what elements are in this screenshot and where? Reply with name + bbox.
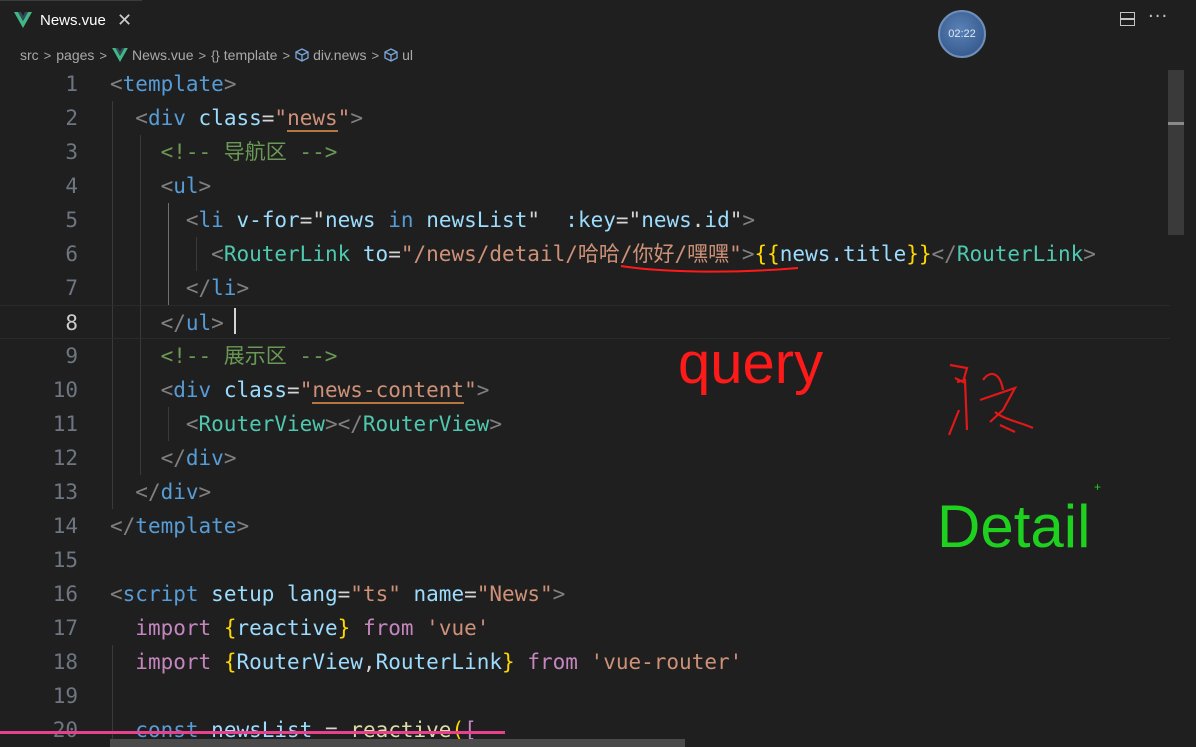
code-line: 3 <!-- 导航区 --> xyxy=(0,135,1170,169)
chevron-right-icon: > xyxy=(198,47,207,63)
tab-label: News.vue xyxy=(40,12,106,29)
breadcrumb-file[interactable]: News.vue xyxy=(112,47,193,63)
line-number: 4 xyxy=(65,174,78,198)
line-number: 6 xyxy=(65,242,78,266)
vertical-scrollbar-thumb[interactable] xyxy=(1168,70,1184,235)
code-line: 7 </li> xyxy=(0,271,1170,305)
line-number: 11 xyxy=(52,412,78,436)
line-number: 20 xyxy=(52,718,78,742)
code-line: 17 import {reactive} from 'vue' xyxy=(0,611,1170,645)
line-number: 8 xyxy=(65,311,78,335)
line-number: 7 xyxy=(65,276,78,300)
line-number: 17 xyxy=(52,616,78,640)
tab-news-vue[interactable]: News.vue ✕ xyxy=(0,0,142,42)
vue-logo-icon xyxy=(14,12,32,32)
chevron-right-icon: > xyxy=(371,47,380,63)
code-line: 16 <script setup lang="ts" name="News"> xyxy=(0,577,1170,611)
comment-nav: <!-- 导航区 --> xyxy=(160,140,338,164)
scrollbar-cursor-marker xyxy=(1168,122,1184,125)
horizontal-scrollbar-thumb[interactable] xyxy=(110,739,685,747)
annotation-query: query xyxy=(678,331,824,396)
breadcrumb-pages[interactable]: pages xyxy=(56,47,94,63)
chevron-right-icon: > xyxy=(282,47,291,63)
line-number: 14 xyxy=(52,514,78,538)
code-line: 2 <div class="news"> xyxy=(0,101,1170,135)
annotation-plus: + xyxy=(1094,480,1102,494)
cube-icon xyxy=(384,48,398,62)
line-number: 19 xyxy=(52,684,78,708)
timer-label: 02:22 xyxy=(948,28,976,40)
line-number: 5 xyxy=(65,208,78,232)
code-line: 19 xyxy=(0,679,1170,713)
code-line: 4 <ul> xyxy=(0,169,1170,203)
line-number: 12 xyxy=(52,446,78,470)
line-number: 18 xyxy=(52,650,78,674)
code-line: 18 import {RouterView,RouterLink} from '… xyxy=(0,645,1170,679)
chevron-right-icon: > xyxy=(43,47,52,63)
handwritten-scribble xyxy=(947,363,1034,436)
line-number: 3 xyxy=(65,140,78,164)
line-number: 1 xyxy=(65,72,78,96)
vue-logo-icon xyxy=(112,48,128,62)
code-line: 5 <li v-for="news in newsList" :key="new… xyxy=(0,203,1170,237)
breadcrumb-template[interactable]: {} template xyxy=(211,47,277,63)
line-number: 15 xyxy=(52,548,78,572)
close-icon[interactable]: ✕ xyxy=(117,10,132,31)
more-actions-icon[interactable]: ··· xyxy=(1148,6,1168,27)
chevron-right-icon: > xyxy=(99,47,108,63)
braces-icon: {} xyxy=(211,47,220,63)
comment-display: <!-- 展示区 --> xyxy=(160,344,338,368)
video-progress-bar xyxy=(0,731,505,734)
text-cursor xyxy=(234,308,236,334)
red-underline-annotation xyxy=(620,265,799,273)
line-number: 13 xyxy=(52,480,78,504)
split-editor-icon[interactable] xyxy=(1120,12,1135,26)
breadcrumb-ul[interactable]: ul xyxy=(384,47,413,63)
line-number: 9 xyxy=(65,344,78,368)
line-number: 16 xyxy=(52,582,78,606)
tab-bar: News.vue ✕ 02:22 ··· xyxy=(0,0,1196,58)
breadcrumb-div-news[interactable]: div.news xyxy=(295,47,367,63)
breadcrumb: src > pages > News.vue > {} template > d… xyxy=(20,44,413,66)
code-line: 12 </div> xyxy=(0,441,1170,475)
component-name: News xyxy=(489,582,540,606)
code-line: 1 <template> xyxy=(0,67,1170,101)
recording-timer: 02:22 xyxy=(938,10,986,58)
line-number: 2 xyxy=(65,106,78,130)
breadcrumb-src[interactable]: src xyxy=(20,47,39,63)
cube-icon xyxy=(295,48,309,62)
annotation-detail: Detail xyxy=(937,493,1091,560)
line-number: 10 xyxy=(52,378,78,402)
code-line: 6 <RouterLink to="/news/detail/哈哈/你好/嘿嘿"… xyxy=(0,237,1170,271)
code-line-active: 8 </ul> xyxy=(0,305,1170,339)
